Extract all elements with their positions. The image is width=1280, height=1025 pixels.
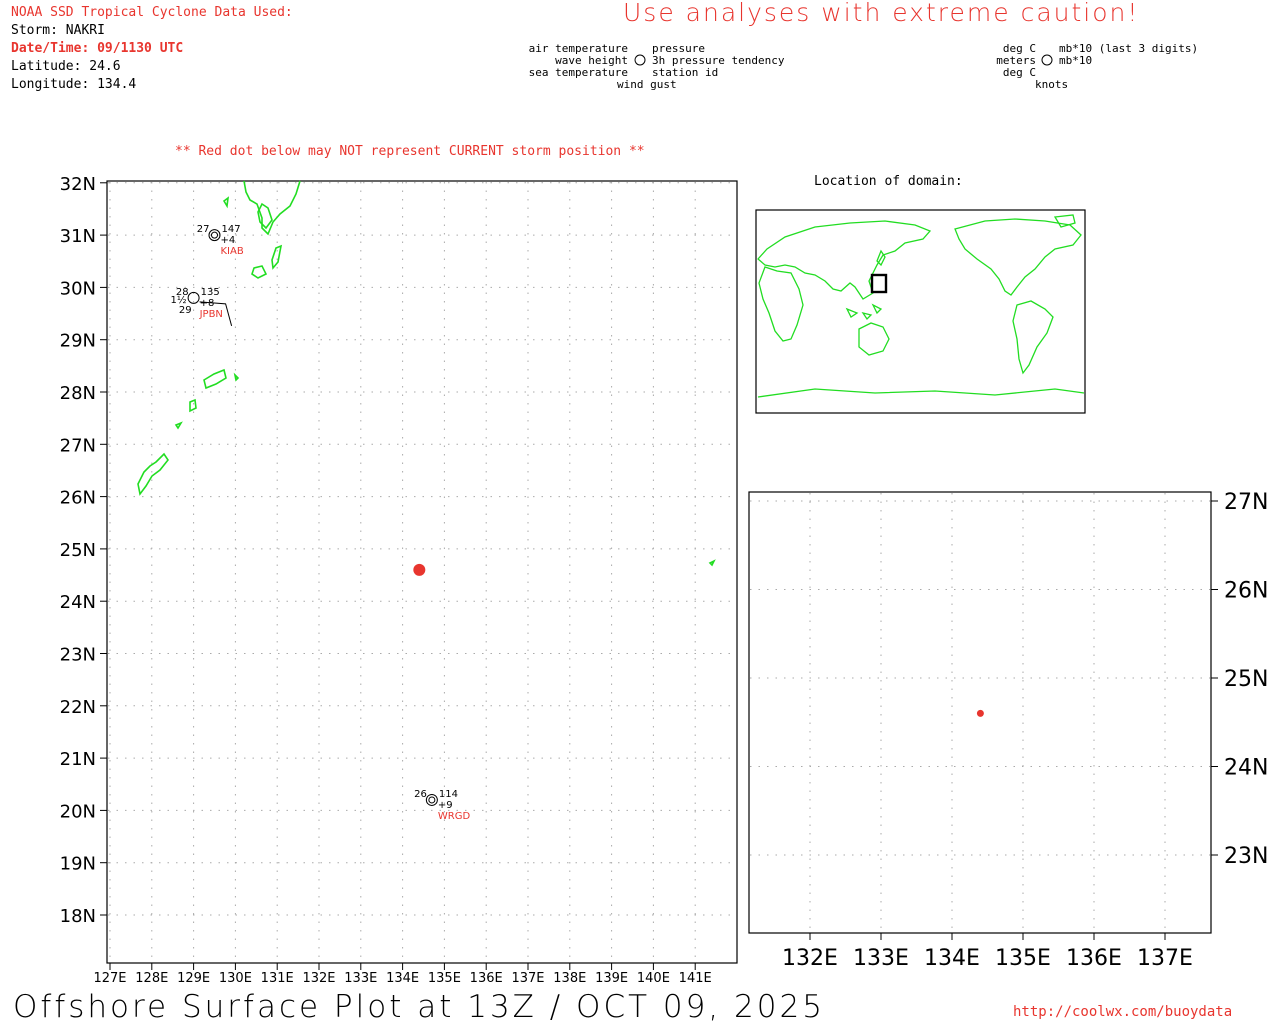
world-inset-frame (755, 209, 1086, 414)
source-title: NOAA SSD Tropical Cyclone Data Used: (11, 5, 293, 20)
main-storm-marker (413, 563, 426, 576)
storm-datetime: Date/Time: 09/1130 UTC (11, 41, 184, 56)
legend-knots: knots (1035, 78, 1069, 91)
station-id-label: JPBN (199, 309, 223, 320)
lat-tick-label: 30N (60, 278, 96, 299)
lat-tick-label: 27N (1224, 490, 1268, 515)
lon-tick-label: 131E (261, 971, 294, 986)
inset-title: Location of domain: (814, 174, 963, 189)
storm-dot (976, 709, 984, 717)
lat-tick-label: 25N (60, 540, 96, 561)
storm-longitude: Longitude: 134.4 (11, 77, 137, 92)
station-pressure: 147 (222, 224, 241, 235)
lon-tick-label: 139E (595, 971, 628, 986)
world-inset-map (755, 209, 1086, 414)
lon-tick-label: 132E (782, 946, 838, 971)
lat-tick-label: 24N (60, 592, 96, 613)
lon-tick-label: 136E (1066, 946, 1122, 971)
caution-banner: Use analyses with extreme caution! (623, 0, 1140, 27)
station-id-label: WRGD (438, 811, 471, 822)
lat-tick-label: 32N (60, 174, 96, 195)
lon-tick-label: 130E (219, 971, 252, 986)
lat-tick-label: 24N (1224, 756, 1268, 781)
main-map: 127E 128E 129E 130E 131E 132E 133E 134E 135E 136E… (60, 174, 738, 986)
lon-tick-label: 133E (344, 971, 377, 986)
lon-tick-label: 135E (428, 971, 461, 986)
coolwx-link[interactable]: http://coolwx.com/buoydata (1013, 1004, 1232, 1020)
lat-tick-label: 23N (60, 645, 96, 666)
storm-dot (413, 563, 426, 576)
lat-tick-label: 23N (1224, 844, 1268, 869)
lon-tick-label: 140E (637, 971, 670, 986)
lat-tick-label: 22N (60, 697, 96, 718)
lon-tick-label: 141E (679, 971, 712, 986)
station-air-temp: 26 (414, 789, 427, 800)
lon-tick-label: 137E (1137, 946, 1193, 971)
lon-tick-label: 127E (93, 971, 126, 986)
lon-tick-label: 138E (553, 971, 586, 986)
station-tendency: +8 (200, 298, 215, 309)
lat-tick-label: 27N (60, 435, 96, 456)
legend-sea-temperature: sea temperature (528, 66, 628, 79)
station-tendency: +4 (221, 235, 236, 246)
station-id-label: KIAB (221, 246, 244, 257)
lat-tick-label: 29N (60, 331, 96, 352)
storm-name: Storm: NAKRI (11, 23, 105, 38)
lat-tick-label: 31N (60, 226, 96, 247)
lon-tick-label: 133E (853, 946, 909, 971)
station-pressure: 135 (201, 287, 220, 298)
station-circle-icon (1041, 54, 1053, 66)
lon-tick-label: 136E (470, 971, 503, 986)
storm-latitude: Latitude: 24.6 (11, 59, 121, 74)
lat-tick-label: 26N (60, 488, 96, 509)
station-sea-temp: 29 (179, 305, 192, 316)
station-pressure: 114 (439, 789, 458, 800)
legend-mb10: mb*10 (1059, 54, 1093, 67)
lat-tick-label: 28N (60, 383, 96, 404)
plot-title: Offshore Surface Plot at 13Z / OCT 09, 2… (13, 989, 825, 1025)
storm-position-notice: ** Red dot below may NOT represent CURRE… (175, 144, 645, 159)
lon-tick-label: 128E (135, 971, 168, 986)
lat-tick-label: 20N (60, 801, 96, 822)
lon-tick-label: 137E (511, 971, 544, 986)
lat-tick-label: 25N (1224, 667, 1268, 692)
lat-tick-label: 18N (60, 906, 96, 927)
lon-tick-label: 134E (924, 946, 980, 971)
lon-tick-label: 134E (386, 971, 419, 986)
legend-deg-c-2: deg C (1002, 66, 1036, 79)
lat-tick-label: 19N (60, 854, 96, 875)
zoom-map: 132E 133E 134E 135E 136E 137E 23N 24N 25N 26N 27N (748, 490, 1268, 971)
lon-tick-label: 129E (177, 971, 210, 986)
legend-wind-gust: wind gust (617, 78, 677, 91)
lat-tick-label: 26N (1224, 579, 1268, 604)
station-tendency: +9 (438, 800, 453, 811)
lon-tick-label: 132E (302, 971, 335, 986)
lat-tick-label: 21N (60, 749, 96, 770)
station-air-temp: 27 (197, 224, 210, 235)
station-circle-icon (634, 54, 646, 66)
zoom-storm-marker (976, 709, 984, 717)
lon-tick-label: 135E (995, 946, 1051, 971)
